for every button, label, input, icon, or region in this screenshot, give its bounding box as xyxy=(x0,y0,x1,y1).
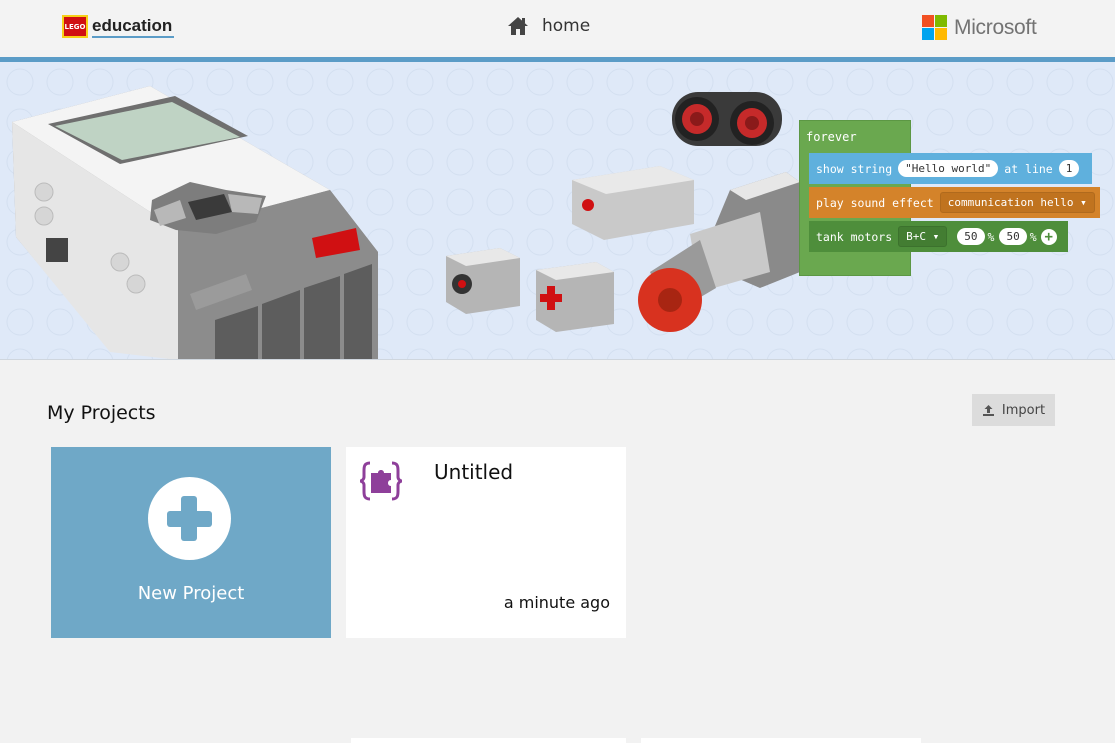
percent-right-label: % xyxy=(1029,229,1037,244)
import-label: Import xyxy=(1001,402,1046,418)
play-sound-label: play sound effect xyxy=(816,195,934,210)
speed-right-value: 50 xyxy=(999,228,1027,245)
home-icon xyxy=(508,17,528,35)
show-string-block: show string "Hello world" at line 1 xyxy=(809,153,1092,184)
top-bar: LEGO education home Microsoft xyxy=(0,0,1115,57)
forever-label: forever xyxy=(806,130,857,144)
new-project-plus-icon xyxy=(148,477,231,560)
at-line-label: at line xyxy=(1004,161,1053,176)
show-string-value: "Hello world" xyxy=(898,160,999,177)
project-title: Untitled xyxy=(434,460,514,484)
add-parameter-icon: + xyxy=(1040,228,1057,245)
ultrasonic-sensor-image xyxy=(672,92,782,146)
play-sound-block: play sound effect communication hello ▾ xyxy=(809,187,1100,218)
my-projects-heading: My Projects xyxy=(47,402,156,424)
new-project-label: New Project xyxy=(137,583,245,604)
sound-value: communication hello xyxy=(947,196,1074,209)
percent-left-label: % xyxy=(987,229,995,244)
microsoft-logo[interactable]: Microsoft xyxy=(922,15,1037,40)
sound-dropdown: communication hello ▾ xyxy=(939,192,1095,213)
home-label: home xyxy=(542,16,591,36)
speed-left-value: 50 xyxy=(957,228,985,245)
tank-motors-label: tank motors xyxy=(816,229,893,244)
microsoft-wordmark: Microsoft xyxy=(954,15,1037,39)
import-button[interactable]: Import xyxy=(972,394,1055,426)
home-link[interactable]: home xyxy=(507,16,590,36)
lego-badge: LEGO xyxy=(62,15,88,38)
color-sensor-image xyxy=(446,248,520,314)
tank-motors-block: tank motors B+C ▾ 50 % 50 % + xyxy=(809,221,1068,252)
motor-ports-dropdown: B+C ▾ xyxy=(898,226,948,247)
motor-ports-value: B+C xyxy=(906,230,927,243)
new-project-card[interactable]: New Project xyxy=(51,447,331,638)
code-blocks-illustration: forever show string "Hello world" at lin… xyxy=(799,120,1109,280)
lego-education-logo[interactable]: LEGO education xyxy=(62,15,175,38)
show-string-label: show string xyxy=(816,161,893,176)
project-card-peek xyxy=(351,738,626,743)
project-card-peek xyxy=(641,738,921,743)
touch-sensor-image xyxy=(536,262,614,332)
project-card[interactable]: Untitled a minute ago xyxy=(346,447,626,638)
hero-banner: forever show string "Hello world" at lin… xyxy=(0,62,1115,360)
upload-icon xyxy=(982,404,994,416)
microsoft-grid-icon xyxy=(922,15,947,40)
lego-wordmark: education xyxy=(92,15,175,38)
line-value: 1 xyxy=(1058,160,1080,177)
project-timestamp: a minute ago xyxy=(503,593,610,612)
puzzle-piece-icon xyxy=(359,461,403,501)
